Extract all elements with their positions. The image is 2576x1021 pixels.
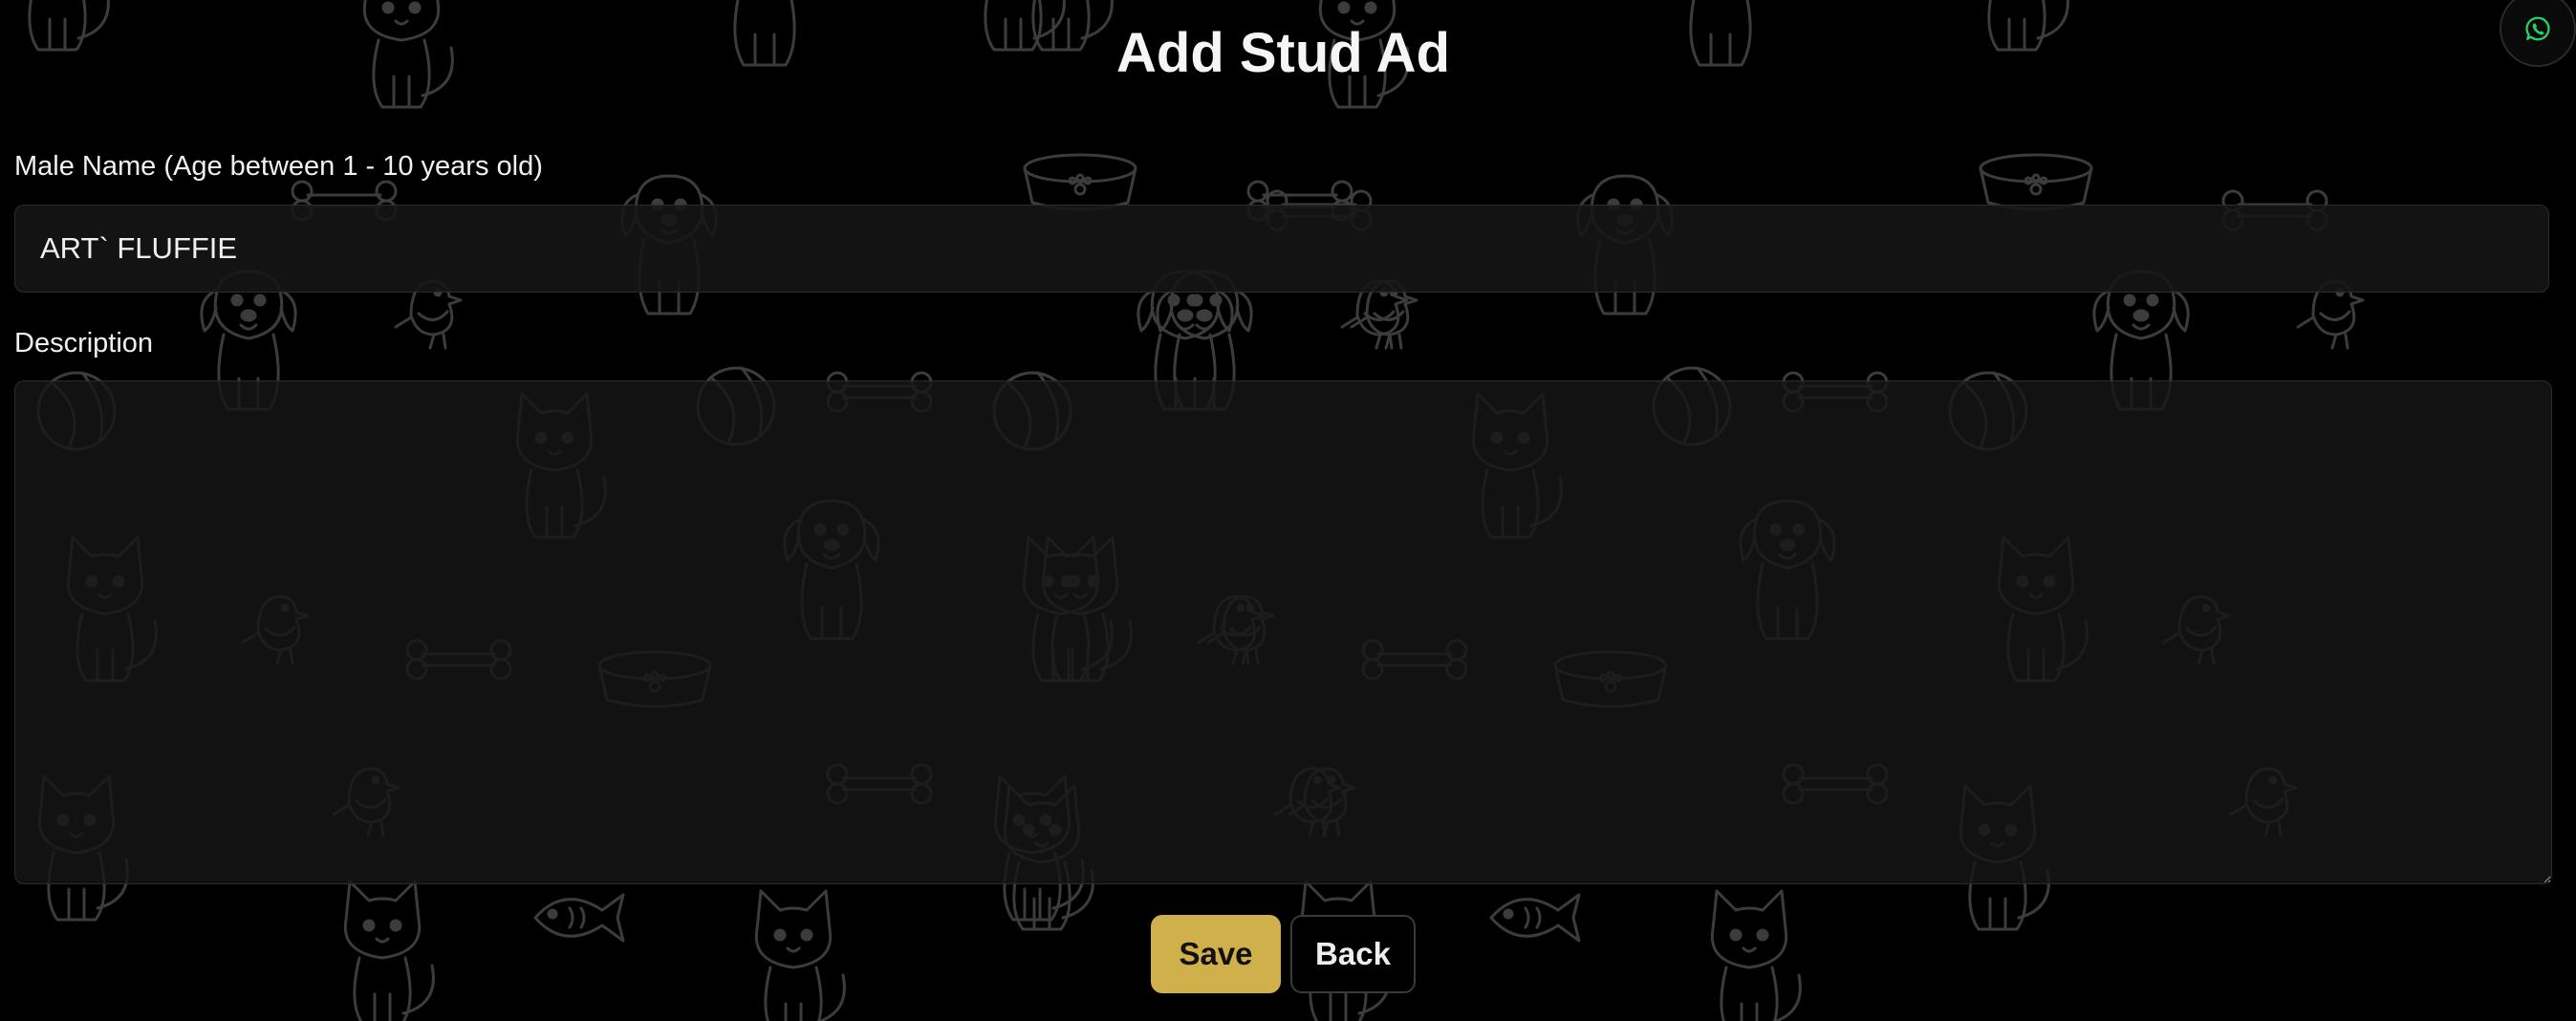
page-title: Add Stud Ad (1116, 22, 1450, 84)
male-name-label: Male Name (Age between 1 - 10 years old) (14, 151, 543, 182)
description-label: Description (14, 328, 154, 358)
description-textarea[interactable] (14, 380, 2552, 884)
whatsapp-icon (2525, 16, 2550, 41)
back-button[interactable]: Back (1290, 915, 1416, 993)
save-button[interactable]: Save (1151, 915, 1281, 993)
male-name-input[interactable] (14, 205, 2549, 293)
